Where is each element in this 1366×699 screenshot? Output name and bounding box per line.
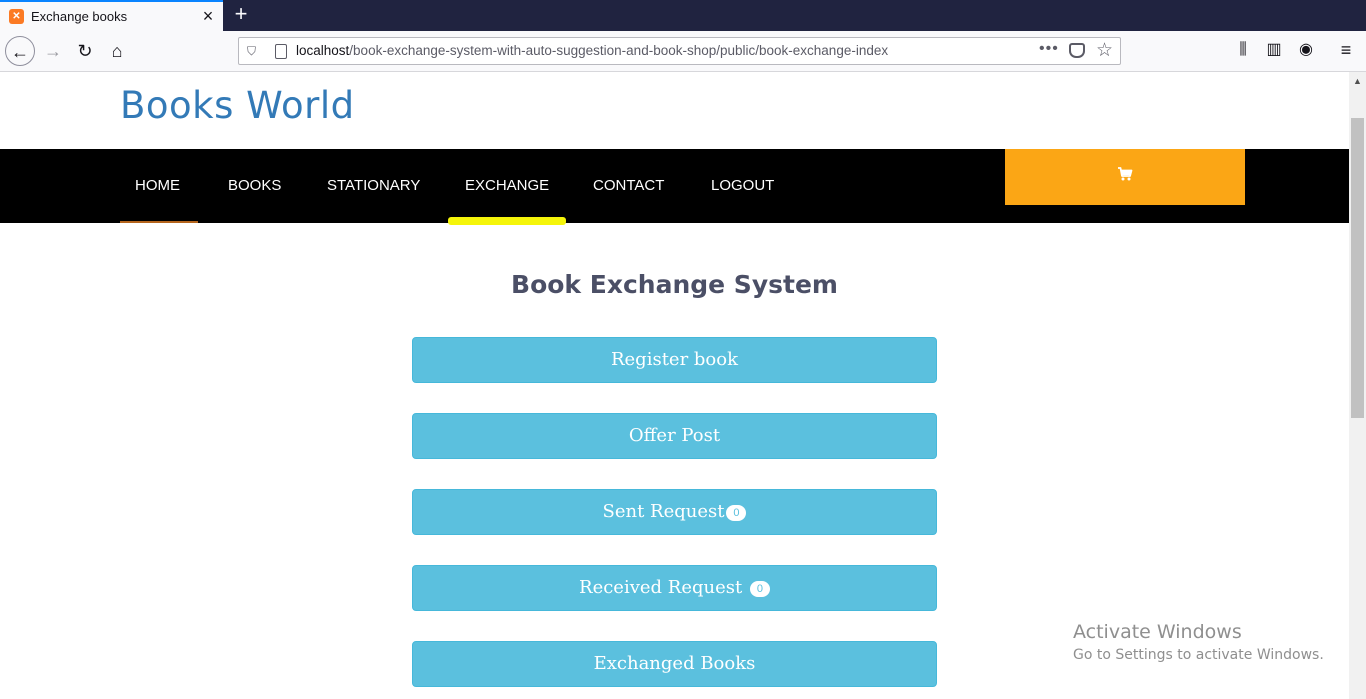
new-tab-icon[interactable]: +: [229, 3, 253, 27]
pocket-icon[interactable]: [1069, 43, 1085, 58]
cart-button[interactable]: [1005, 149, 1245, 205]
browser-toolbar: ← → ↻ ⌂ ⛉ localhost/book-exchange-system…: [0, 31, 1366, 72]
windows-activation-watermark: Activate Windows Go to Settings to activ…: [1073, 621, 1324, 663]
browser-tab[interactable]: ✕ Exchange books ×: [0, 0, 223, 31]
received-request-count-badge: 0: [749, 581, 770, 597]
watermark-subtitle: Go to Settings to activate Windows.: [1073, 647, 1324, 663]
forward-arrow-icon[interactable]: →: [38, 36, 68, 66]
scroll-thumb[interactable]: [1351, 118, 1364, 418]
menu-icon[interactable]: ≡: [1336, 40, 1356, 60]
register-book-label: Register book: [610, 349, 739, 370]
reload-icon[interactable]: ↻: [70, 36, 100, 66]
nav-stationary[interactable]: STATIONARY: [327, 177, 420, 194]
nav-home[interactable]: HOME: [135, 177, 180, 194]
nav-books[interactable]: BOOKS: [228, 177, 281, 194]
exchanged-books-button[interactable]: Exchanged Books: [412, 641, 937, 687]
tab-title: Exchange books: [31, 9, 128, 24]
offer-post-button[interactable]: Offer Post: [412, 413, 937, 459]
received-request-label: Received Request: [579, 577, 743, 598]
sent-request-label: Sent Request: [602, 501, 725, 522]
shield-icon[interactable]: ⛉: [247, 44, 259, 58]
xampp-favicon-icon: ✕: [9, 9, 24, 24]
scroll-up-arrow-icon[interactable]: ▲: [1349, 74, 1366, 88]
nav-contact[interactable]: CONTACT: [593, 177, 664, 194]
register-book-button[interactable]: Register book: [412, 337, 937, 383]
offer-post-label: Offer Post: [628, 425, 721, 446]
site-brand[interactable]: Books World: [120, 84, 355, 127]
sent-request-count-badge: 0: [726, 505, 747, 521]
exchanged-books-label: Exchanged Books: [593, 653, 756, 674]
received-request-button[interactable]: Received Request 0: [412, 565, 937, 611]
main-nav: HOME BOOKS STATIONARY EXCHANGE CONTACT L…: [0, 149, 1349, 225]
url-host: localhost: [296, 43, 350, 58]
sent-request-button[interactable]: Sent Request 0: [412, 489, 937, 535]
nav-home-marker: [120, 221, 198, 223]
watermark-title: Activate Windows: [1073, 621, 1242, 643]
cart-icon: [1118, 167, 1133, 181]
tab-bar: ✕ Exchange books × +: [0, 0, 1366, 31]
library-icon[interactable]: ⫼: [1233, 40, 1253, 60]
nav-exchange[interactable]: EXCHANGE: [465, 177, 549, 194]
more-dots-icon[interactable]: •••: [1039, 40, 1059, 58]
vertical-scrollbar[interactable]: ▲: [1349, 72, 1366, 699]
url-text[interactable]: localhost/book-exchange-system-with-auto…: [296, 43, 888, 58]
close-tab-icon[interactable]: ×: [198, 6, 218, 26]
back-arrow-icon[interactable]: ←: [5, 36, 35, 66]
url-path: /book-exchange-system-with-auto-suggesti…: [349, 43, 889, 58]
active-nav-underline: [448, 217, 566, 225]
nav-logout[interactable]: LOGOUT: [711, 177, 774, 194]
page-title: Book Exchange System: [511, 270, 838, 299]
page-icon[interactable]: [275, 44, 287, 59]
account-icon[interactable]: ◉: [1296, 40, 1316, 60]
page-content: Books World HOME BOOKS STATIONARY EXCHAN…: [0, 72, 1349, 699]
sidebar-icon[interactable]: ▥: [1264, 40, 1284, 60]
star-icon[interactable]: ☆: [1096, 39, 1113, 62]
address-bar[interactable]: ⛉ localhost/book-exchange-system-with-au…: [238, 37, 1121, 65]
home-icon[interactable]: ⌂: [102, 36, 132, 66]
